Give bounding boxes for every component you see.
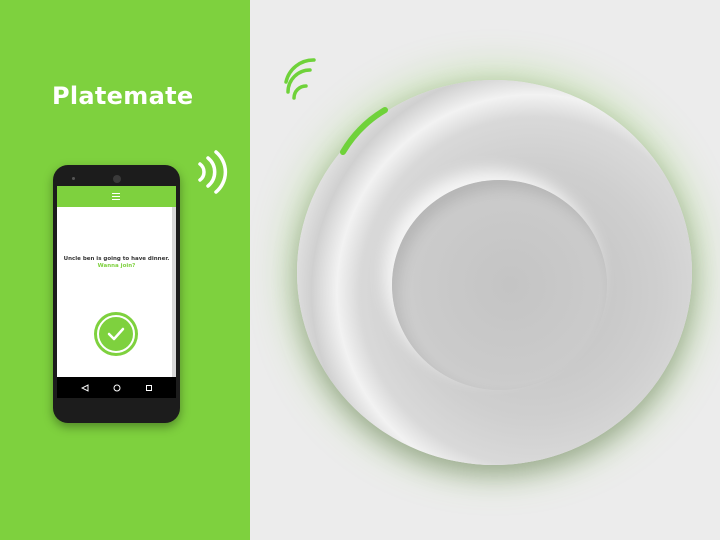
home-button[interactable] — [111, 382, 123, 394]
wireless-signal-icon — [198, 150, 228, 194]
left-panel: Platemate Uncle ben is going to have din… — [0, 0, 250, 540]
phone-sensor — [72, 177, 75, 180]
back-button[interactable] — [79, 382, 91, 394]
scrollbar[interactable] — [172, 207, 176, 377]
smartphone: Uncle ben is going to have dinner. Wanna… — [53, 165, 180, 423]
phone-screen: Uncle ben is going to have dinner. Wanna… — [57, 186, 176, 398]
smart-plate — [297, 80, 692, 465]
confirm-button[interactable] — [94, 312, 138, 356]
message-line-2: Wanna join? — [97, 263, 136, 269]
notification-message: Uncle ben is going to have dinner. Wanna… — [61, 256, 172, 270]
recents-button[interactable] — [143, 382, 155, 394]
checkmark-icon — [107, 327, 125, 341]
app-bar — [57, 186, 176, 207]
plate-led-indicator — [340, 107, 388, 155]
message-line-1: Uncle ben is going to have dinner. — [63, 256, 170, 262]
back-triangle-icon — [81, 384, 89, 392]
menu-icon[interactable] — [112, 193, 120, 200]
home-circle-icon — [113, 384, 121, 392]
plate-signal-icon — [284, 58, 316, 100]
brand-title: Platemate — [52, 82, 194, 110]
phone-camera — [113, 175, 121, 183]
android-nav-bar — [57, 377, 176, 398]
plate-well — [392, 180, 607, 390]
recents-square-icon — [146, 385, 152, 391]
